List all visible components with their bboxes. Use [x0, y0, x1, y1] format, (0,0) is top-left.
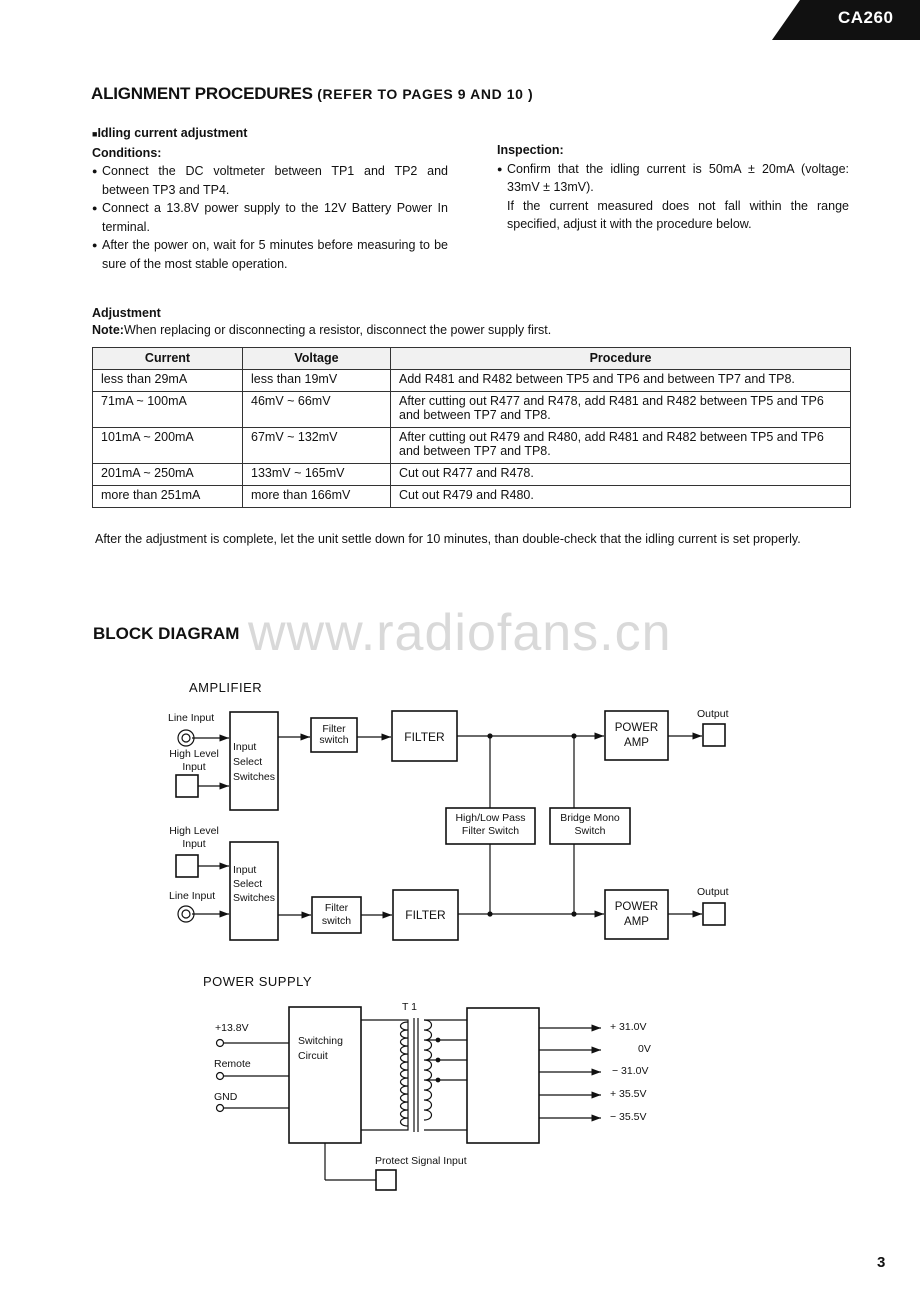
- junction: [571, 911, 577, 917]
- terminal-remote: [215, 1071, 225, 1081]
- switching-circuit-box: [288, 1006, 362, 1144]
- power-amp-label-2: POWER AMP: [614, 901, 659, 928]
- line-input-label-1: Line Input: [168, 712, 215, 724]
- junction: [487, 911, 493, 917]
- input-label-remote: Remote: [214, 1058, 251, 1070]
- hl-pass-switch-label: High/Low Pass Filter Switch: [455, 812, 526, 837]
- output-terminal-1: [702, 723, 726, 747]
- input-label-13v8: +13.8V: [215, 1022, 249, 1034]
- page-number: 3: [877, 1254, 886, 1271]
- protect-signal-label: Protect Signal Input: [375, 1155, 467, 1167]
- filter-label-2: FILTER: [405, 908, 446, 922]
- transformer-label: T 1: [402, 1001, 417, 1013]
- high-level-input-terminal-2: [175, 854, 199, 878]
- output-label-2: Output: [697, 886, 729, 898]
- output-label-m31: − 31.0V: [612, 1065, 649, 1077]
- protect-signal-terminal: [375, 1169, 397, 1191]
- terminal-gnd: [215, 1103, 225, 1113]
- input-select-label-2: Input Select Switches: [233, 864, 276, 904]
- output-label-p35: + 35.5V: [610, 1088, 647, 1100]
- high-level-input-label-2: High Level Input: [169, 825, 219, 850]
- filter-label-1: FILTER: [404, 730, 445, 744]
- high-level-input-terminal-1: [175, 774, 199, 798]
- high-level-input-label-1: High Level Input: [169, 748, 219, 773]
- output-label-1: Output: [697, 708, 729, 720]
- input-select-label-1: Input Select Switches: [233, 741, 276, 783]
- output-label-m35: − 35.5V: [610, 1111, 647, 1123]
- switching-circuit-label: Switching Circuit: [298, 1035, 343, 1062]
- input-label-gnd: GND: [214, 1091, 238, 1103]
- filter-switch-label-2: Filter switch: [321, 902, 352, 927]
- line-input-label-2: Line Input: [169, 890, 216, 902]
- transformer-t1: [361, 1018, 467, 1132]
- output-label-p31: + 31.0V: [610, 1021, 647, 1033]
- filter-switch-label-1: Filter switch: [319, 723, 349, 746]
- terminal-13v8: [215, 1038, 225, 1048]
- output-label-0v: 0V: [638, 1043, 651, 1055]
- line-input-jack-2: [177, 905, 195, 923]
- line-input-jack-1: [177, 729, 195, 747]
- output-terminal-2: [702, 902, 726, 926]
- rectifier-box: [466, 1007, 540, 1144]
- block-diagram-svg: [175, 710, 726, 1191]
- power-amp-label-1: POWER AMP: [614, 722, 659, 749]
- bridge-mono-switch-label: Bridge Mono Switch: [560, 812, 620, 837]
